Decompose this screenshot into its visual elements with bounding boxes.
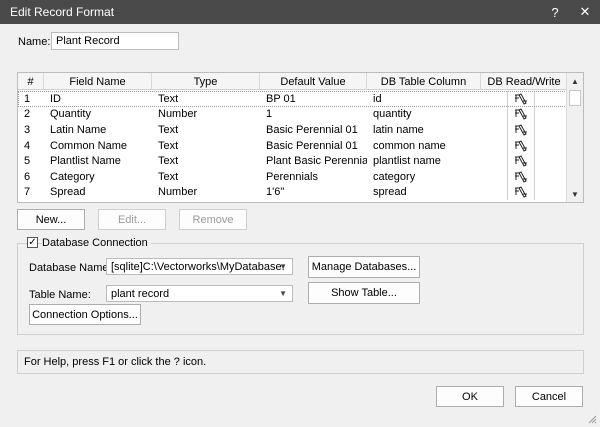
pencil-icon[interactable]	[507, 168, 535, 185]
cell-db-column: plantlist name	[373, 155, 441, 168]
help-bar: For Help, press F1 or click the ? icon.	[17, 350, 584, 374]
pencil-icon[interactable]	[507, 106, 535, 123]
cell-default-value: Perennials	[266, 170, 318, 183]
cell-default-value: 1'6"	[266, 186, 285, 199]
cell-default-value: Basic Perennial 01	[266, 139, 358, 152]
cell-field-name: Common Name	[50, 139, 128, 152]
name-label: Name:	[18, 36, 51, 48]
database-connection-label: Database Connection	[42, 237, 151, 249]
database-name-label: Database Name:	[29, 262, 112, 274]
database-name-value: [sqlite]C:\Vectorworks\MyDatabase.	[111, 260, 285, 273]
help-icon[interactable]: ?	[540, 0, 570, 24]
cell-read-write	[481, 184, 567, 201]
table-name-value: plant record	[111, 287, 170, 300]
cell-read-write	[481, 153, 567, 169]
cell-read-write	[481, 168, 567, 185]
cell-type: Text	[158, 139, 179, 152]
table-row[interactable]: 3 Latin Name Text Basic Perennial 01 lat…	[18, 122, 567, 138]
manage-databases-button[interactable]: Manage Databases...	[308, 256, 420, 278]
remove-field-button[interactable]: Remove	[179, 209, 247, 230]
cancel-button[interactable]: Cancel	[515, 386, 583, 407]
database-name-dropdown[interactable]: [sqlite]C:\Vectorworks\MyDatabase. ▼	[106, 258, 293, 275]
show-table-button[interactable]: Show Table...	[308, 282, 420, 304]
cell-read-write	[481, 106, 567, 123]
connection-options-button[interactable]: Connection Options...	[29, 304, 141, 325]
title-bar: Edit Record Format ? ✕	[0, 0, 600, 24]
cell-number: 1	[24, 92, 31, 105]
pencil-icon[interactable]	[507, 91, 535, 107]
cell-default-value: Basic Perennial 01	[266, 123, 358, 136]
column-header-default-value[interactable]: Default Value	[260, 73, 367, 90]
cell-db-column: category	[373, 170, 416, 183]
chevron-down-icon: ▼	[279, 262, 287, 271]
cell-db-column: latin name	[373, 123, 424, 136]
table-name-dropdown[interactable]: plant record ▼	[106, 285, 293, 302]
column-header-db-table-column[interactable]: DB Table Column	[367, 73, 481, 90]
scroll-up-icon[interactable]: ▲	[567, 73, 583, 89]
cell-type: Number	[158, 186, 198, 199]
scroll-down-icon[interactable]: ▼	[567, 186, 583, 202]
cell-field-name: ID	[50, 92, 61, 105]
table-row[interactable]: 5 Plantlist Name Text Plant Basic Perenn…	[18, 153, 567, 169]
cell-number: 5	[24, 155, 31, 168]
ok-button[interactable]: OK	[436, 386, 504, 407]
cell-read-write	[481, 122, 567, 138]
table-scrollbar[interactable]: ▲ ▼	[566, 73, 583, 202]
cell-number: 2	[24, 108, 31, 121]
cell-type: Text	[158, 123, 179, 136]
pencil-icon[interactable]	[507, 184, 535, 201]
table-row[interactable]: 4 Common Name Text Basic Perennial 01 co…	[18, 137, 567, 154]
cell-number: 3	[24, 123, 31, 136]
table-row[interactable]: 7 Spread Number 1'6" spread	[18, 184, 567, 201]
cell-db-column: common name	[373, 139, 446, 152]
pencil-icon[interactable]	[507, 137, 535, 154]
database-connection-checkbox[interactable]: ✓	[27, 237, 38, 248]
cell-number: 4	[24, 139, 31, 152]
table-row[interactable]: 1 ID Text BP 01 id	[18, 91, 567, 107]
cell-type: Text	[158, 170, 179, 183]
column-header-db-read-write[interactable]: DB Read/Write	[481, 73, 567, 90]
pencil-icon[interactable]	[507, 122, 535, 138]
cell-default-value: Plant Basic Perennia...	[266, 155, 367, 168]
table-rows: 1 ID Text BP 01 id 2 Quantity Number 1 q…	[18, 91, 567, 201]
close-icon[interactable]: ✕	[570, 0, 600, 24]
table-name-label: Table Name:	[29, 289, 91, 301]
help-text: For Help, press F1 or click the ? icon.	[24, 356, 207, 368]
cell-db-column: spread	[373, 186, 407, 199]
cell-default-value: BP 01	[266, 92, 296, 105]
cell-read-write	[481, 91, 567, 107]
new-field-button[interactable]: New...	[17, 209, 85, 230]
cell-field-name: Category	[50, 170, 95, 183]
cell-default-value: 1	[266, 108, 273, 121]
cell-type: Text	[158, 155, 179, 168]
cell-number: 6	[24, 170, 31, 183]
column-header-field-name[interactable]: Field Name	[44, 73, 152, 90]
fields-table[interactable]: # Field Name Type Default Value DB Table…	[17, 72, 584, 203]
cell-db-column: id	[373, 92, 382, 105]
chevron-down-icon: ▼	[279, 289, 287, 298]
cell-db-column: quantity	[373, 108, 412, 121]
table-row[interactable]: 6 Category Text Perennials category	[18, 168, 567, 185]
cell-type: Text	[158, 92, 179, 105]
cell-field-name: Latin Name	[50, 123, 107, 136]
column-header-number[interactable]: #	[18, 73, 44, 90]
cell-field-name: Quantity	[50, 108, 91, 121]
cell-read-write	[481, 137, 567, 154]
cell-field-name: Spread	[50, 186, 86, 199]
name-input[interactable]: Plant Record	[51, 32, 179, 50]
window-title: Edit Record Format	[10, 5, 115, 19]
table-header: # Field Name Type Default Value DB Table…	[18, 73, 567, 90]
table-row[interactable]: 2 Quantity Number 1 quantity	[18, 106, 567, 123]
column-header-type[interactable]: Type	[152, 73, 260, 90]
cell-number: 7	[24, 186, 31, 199]
cell-field-name: Plantlist Name	[50, 155, 121, 168]
pencil-icon[interactable]	[507, 153, 535, 169]
edit-field-button[interactable]: Edit...	[98, 209, 166, 230]
resize-grip-icon[interactable]	[587, 414, 597, 424]
cell-type: Number	[158, 108, 198, 121]
scroll-thumb[interactable]	[569, 90, 581, 106]
